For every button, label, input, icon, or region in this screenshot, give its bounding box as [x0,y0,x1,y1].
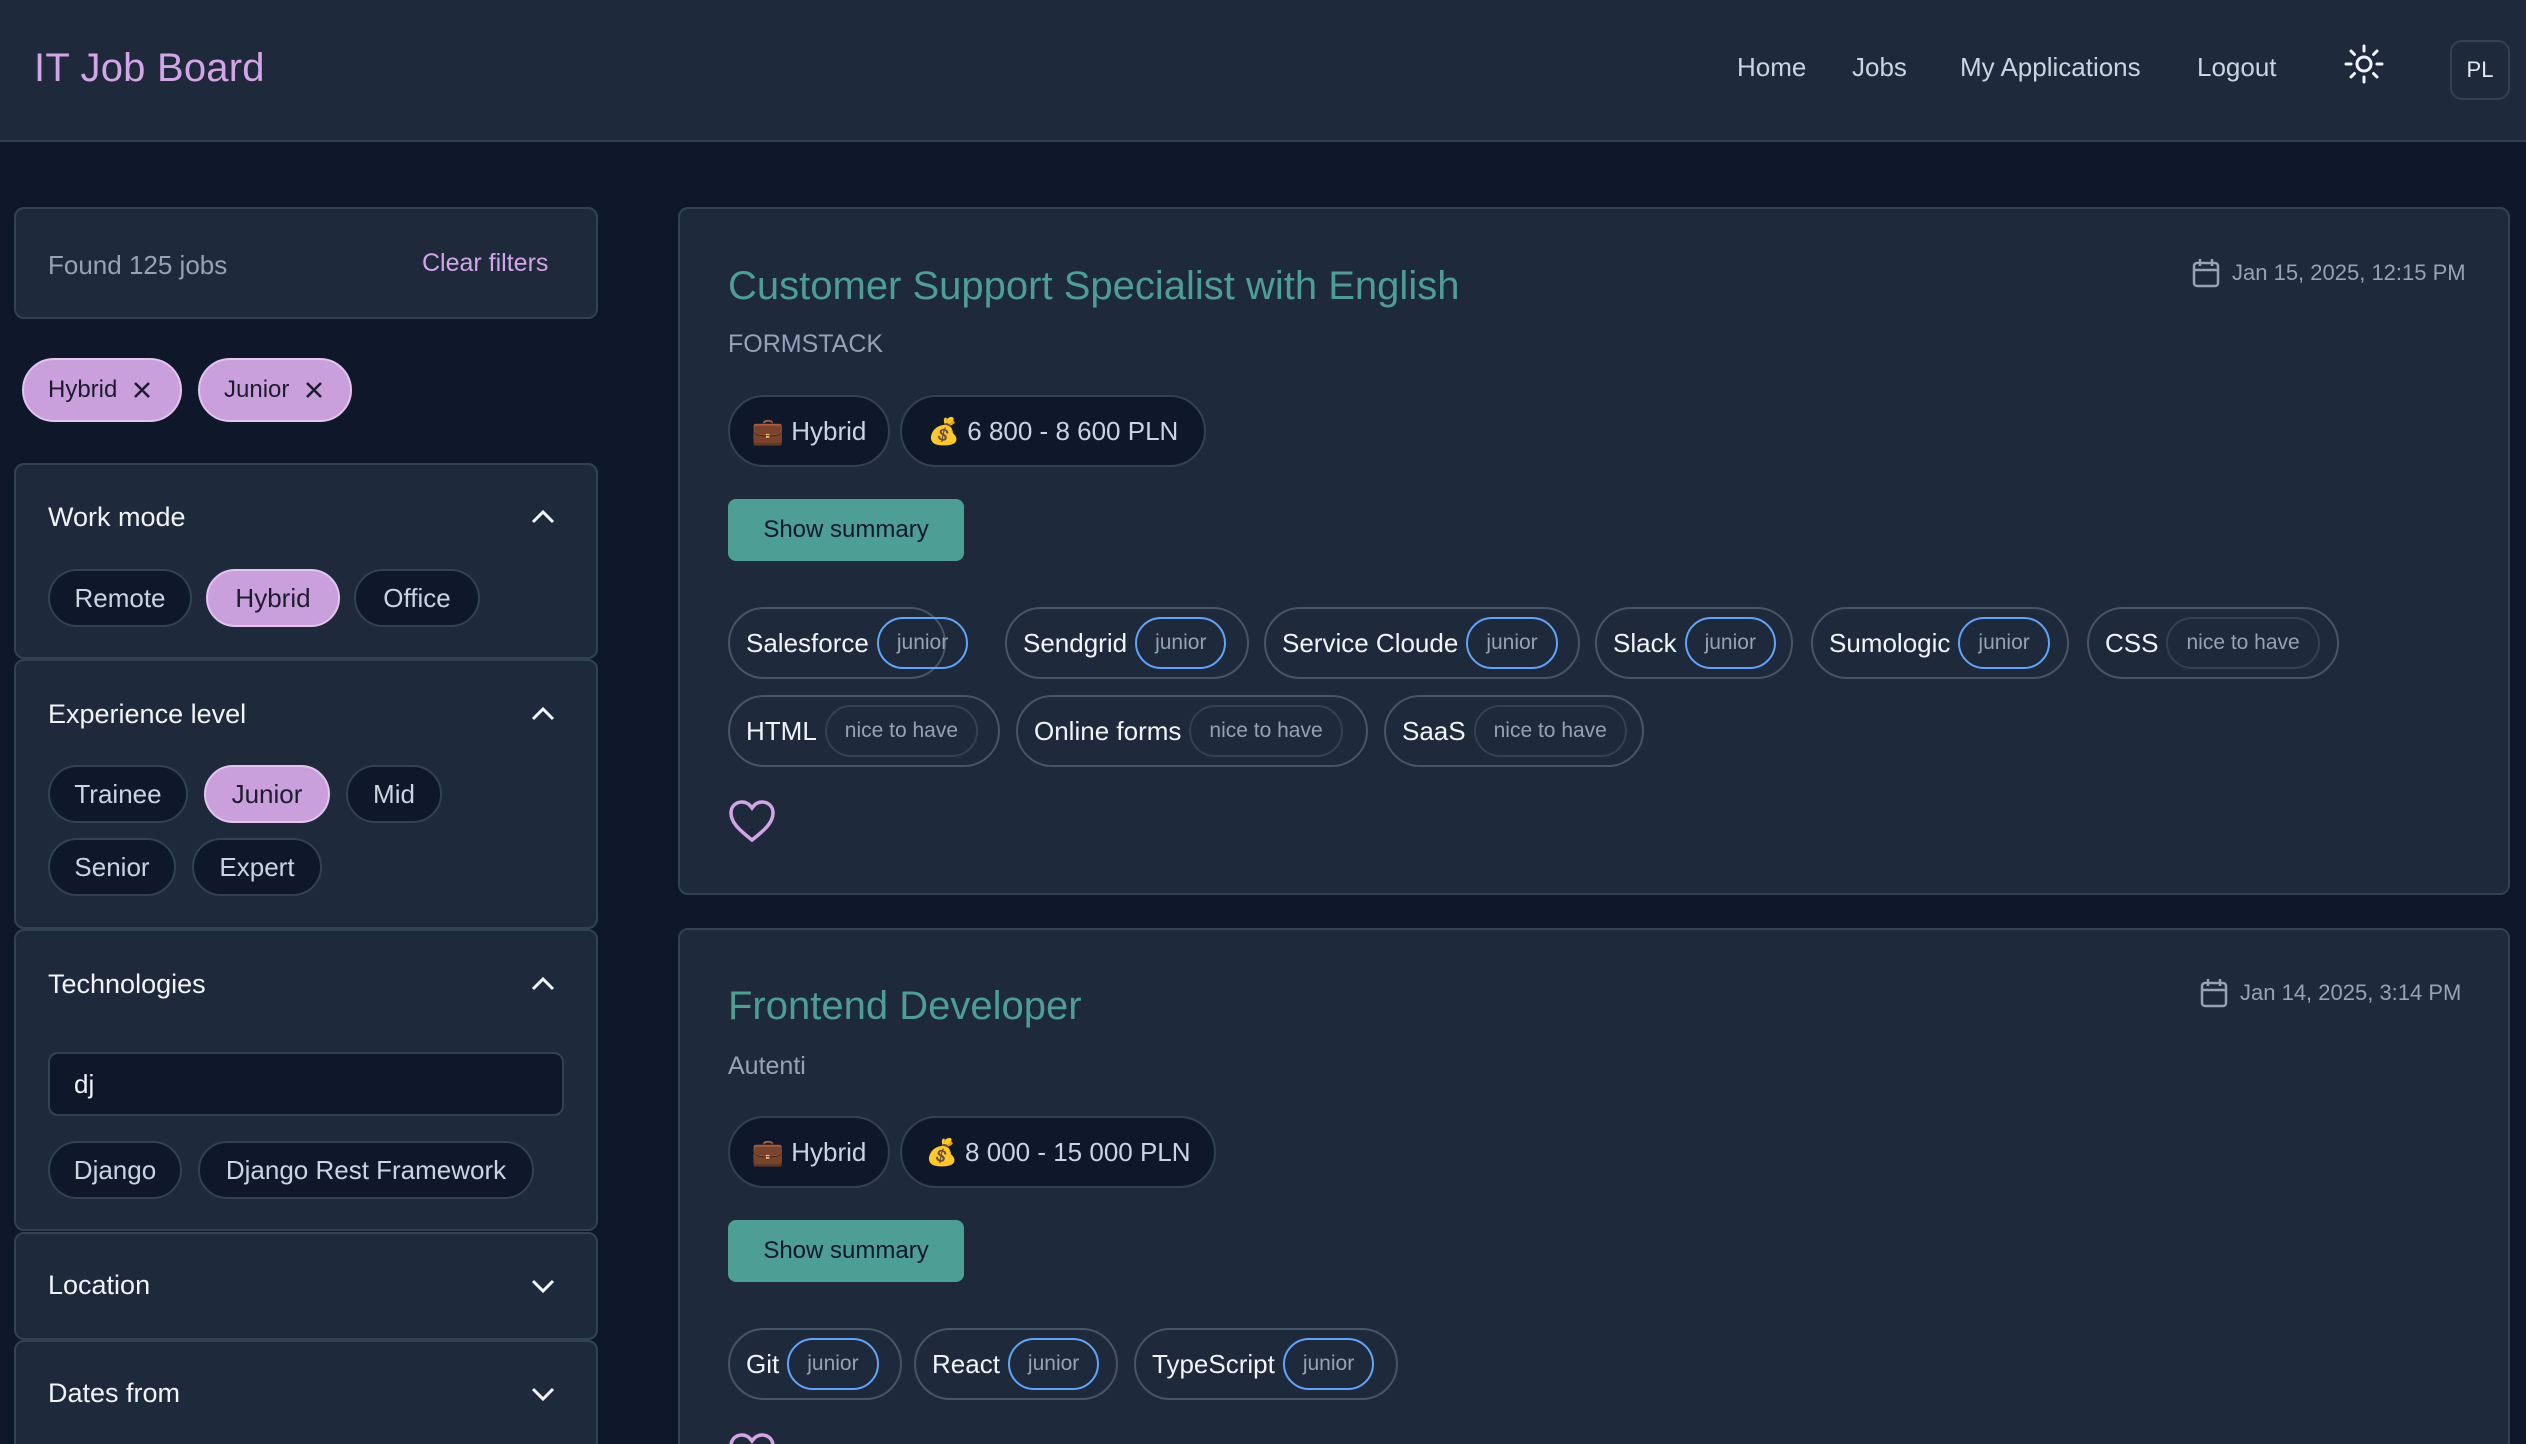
option-senior[interactable]: Senior [48,838,176,896]
dates-title[interactable]: Dates from [48,1378,180,1409]
skill-level: nice to have [1473,705,1627,757]
skill-tag: Salesforce junior [728,607,969,679]
skill-tag: Git junior [728,1328,902,1400]
option-expert[interactable]: Expert [192,838,322,896]
skill-tag: CSS nice to have [2087,607,2339,679]
skill-tag: Sendgrid junior [1005,607,1249,679]
chevron-up-icon[interactable] [528,502,558,532]
option-trainee[interactable]: Trainee [48,765,188,823]
option-mid[interactable]: Mid [346,765,442,823]
skill-level: junior [1282,1338,1375,1390]
skill-tag: Sumologic junior [1811,607,2069,679]
skill-tag: TypeScript junior [1134,1328,1398,1400]
skill-level: junior [1135,617,1227,669]
work-mode-badge: 💼 Hybrid [728,1116,890,1188]
job-title[interactable]: Frontend Developer [728,984,1082,1029]
nav-my-applications[interactable]: My Applications [1960,52,2141,83]
chevron-down-icon[interactable] [528,1379,558,1409]
work-mode-section [14,463,598,659]
calendar-icon [2192,259,2220,288]
skill-name: Git [746,1348,780,1379]
job-date: Jan 15, 2025, 12:15 PM [2192,258,2466,288]
show-summary-button[interactable]: Show summary [728,1220,964,1282]
job-date: Jan 14, 2025, 3:14 PM [2200,978,2461,1008]
experience-title[interactable]: Experience level [48,699,246,730]
nav-logout[interactable]: Logout [2197,52,2277,83]
skill-name: Online forms [1034,715,1182,746]
work-mode-title[interactable]: Work mode [48,502,186,533]
show-summary-button[interactable]: Show summary [728,499,964,561]
heart-icon[interactable] [728,799,776,843]
nav-jobs[interactable]: Jobs [1852,52,1907,83]
active-filter-label: Hybrid [48,376,118,403]
skill-level: junior [787,1338,879,1390]
skill-name: Service Cloude [1282,627,1459,658]
location-title[interactable]: Location [48,1270,150,1301]
active-filter-label: Junior [224,376,290,403]
found-count: Found 125 jobs [48,250,228,280]
chevron-down-icon[interactable] [528,1271,558,1301]
skill-tag: Slack junior [1595,607,1793,679]
option-office[interactable]: Office [354,569,480,627]
sun-icon[interactable] [2344,44,2384,84]
close-icon[interactable] [131,379,153,401]
skill-tag: React junior [914,1328,1118,1400]
heart-icon[interactable] [728,1432,776,1444]
skill-name: Sendgrid [1023,627,1128,658]
language-button[interactable]: PL [2450,40,2510,100]
technologies-title[interactable]: Technologies [48,969,206,1000]
nav-home[interactable]: Home [1737,52,1806,83]
chevron-up-icon[interactable] [528,699,558,729]
salary-badge: 💰 6 800 - 8 600 PLN [900,395,1206,467]
skill-name: TypeScript [1152,1348,1275,1379]
salary-badge: 💰 8 000 - 15 000 PLN [900,1116,1216,1188]
skill-name: React [932,1348,1000,1379]
skill-tag: Service Cloude junior [1264,607,1580,679]
company-name: FORMSTACK [728,330,884,358]
job-date-text: Jan 14, 2025, 3:14 PM [2240,980,2462,1005]
skill-name: SaaS [1402,715,1466,746]
skill-level: junior [876,617,969,669]
skill-name: Sumologic [1829,627,1951,658]
close-icon[interactable] [303,379,325,401]
skill-name: Slack [1613,627,1677,658]
skill-tag: SaaS nice to have [1384,695,1644,767]
calendar-icon [2200,979,2228,1008]
active-filter-hybrid[interactable]: Hybrid [22,358,182,422]
chevron-up-icon[interactable] [528,969,558,999]
skill-level: junior [1958,617,2050,669]
clear-filters-button[interactable]: Clear filters [422,249,548,278]
job-title[interactable]: Customer Support Specialist with English [728,264,1459,309]
option-hybrid[interactable]: Hybrid [206,569,340,627]
skill-level: junior [1466,617,1558,669]
top-navbar: IT Job Board Home Jobs My Applications L… [0,0,2526,142]
skill-name: Salesforce [746,627,869,658]
skill-level: nice to have [1189,705,1343,757]
work-mode-badge: 💼 Hybrid [728,395,890,467]
option-junior[interactable]: Junior [204,765,330,823]
skill-level: nice to have [824,705,979,757]
app-logo[interactable]: IT Job Board [34,46,265,91]
skill-name: CSS [2105,627,2159,658]
skill-tag: Online forms nice to have [1016,695,1368,767]
active-filter-junior[interactable]: Junior [198,358,352,422]
suggestion-django-rest-framework[interactable]: Django Rest Framework [198,1141,534,1199]
skill-level: junior [1007,1338,1100,1390]
skill-level: nice to have [2166,617,2320,669]
suggestion-django[interactable]: Django [48,1141,182,1199]
job-date-text: Jan 15, 2025, 12:15 PM [2232,260,2466,285]
skill-name: HTML [746,715,817,746]
skill-level: junior [1684,617,1776,669]
company-name: Autenti [728,1052,806,1080]
technology-search-input[interactable] [48,1052,564,1116]
option-remote[interactable]: Remote [48,569,192,627]
skill-tag: HTML nice to have [728,695,1000,767]
